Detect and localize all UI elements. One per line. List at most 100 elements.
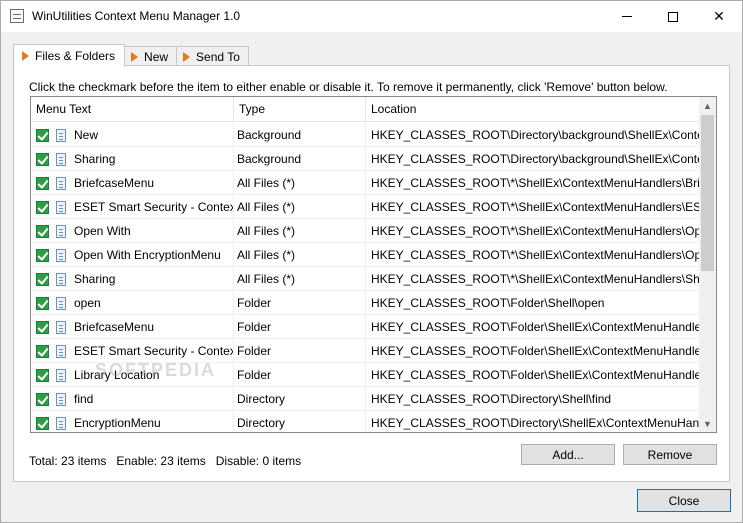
cell-type: Folder bbox=[234, 291, 366, 315]
cell-location: HKEY_CLASSES_ROOT\Folder\Shell\open bbox=[366, 291, 700, 315]
cell-menu-text: find bbox=[31, 387, 234, 411]
tab-panel: Click the checkmark before the item to e… bbox=[13, 65, 730, 482]
checkbox-checked-icon[interactable] bbox=[36, 176, 49, 190]
document-icon bbox=[56, 128, 66, 142]
status-total: Total: 23 items bbox=[29, 454, 107, 468]
column-header-location[interactable]: Location bbox=[366, 97, 700, 122]
maximize-button[interactable] bbox=[650, 1, 696, 32]
table-row[interactable]: BriefcaseMenu All Files (*) HKEY_CLASSES_R… bbox=[31, 171, 700, 195]
cell-location: HKEY_CLASSES_ROOT\Folder\ShellEx\Context… bbox=[366, 363, 700, 387]
checkbox-checked-icon[interactable] bbox=[36, 368, 49, 382]
table-row[interactable]: Open With All Files (*) HKEY_CLASSES_ROOT\… bbox=[31, 219, 700, 243]
cell-menu-text: EncryptionMenu bbox=[31, 411, 234, 432]
cell-type: All Files (*) bbox=[234, 171, 366, 195]
maximize-icon bbox=[668, 11, 678, 22]
title-bar[interactable]: WinUtilities Context Menu Manager 1.0 ✕ bbox=[1, 1, 742, 32]
watermark: SOFTPEDIA bbox=[95, 360, 217, 380]
table-row[interactable]: Sharing All Files (*) HKEY_CLASSES_ROOT\*\… bbox=[31, 267, 700, 291]
cell-location: HKEY_CLASSES_ROOT\Directory\background\S… bbox=[366, 123, 700, 147]
document-icon bbox=[56, 272, 66, 286]
cell-type: Folder bbox=[234, 339, 366, 363]
cell-type: All Files (*) bbox=[234, 267, 366, 291]
status-summary: Total: 23 items Enable: 23 items Disable… bbox=[29, 454, 301, 468]
checkbox-checked-icon[interactable] bbox=[36, 224, 49, 238]
cell-location: HKEY_CLASSES_ROOT\*\ShellEx\ContextMenuH… bbox=[366, 171, 700, 195]
cell-type: Directory bbox=[234, 411, 366, 432]
menu-text-label: ESET Smart Security - Contex... bbox=[74, 200, 234, 214]
scroll-up-arrow-icon[interactable]: ▲ bbox=[699, 97, 716, 114]
table-row[interactable]: find Directory HKEY_CLASSES_ROOT\Directory… bbox=[31, 387, 700, 411]
list-rows: New Background HKEY_CLASSES_ROOT\Directory… bbox=[31, 123, 700, 432]
tab-new[interactable]: New bbox=[124, 46, 178, 66]
cell-type: All Files (*) bbox=[234, 243, 366, 267]
cell-location: HKEY_CLASSES_ROOT\Directory\background\S… bbox=[366, 147, 700, 171]
orange-arrow-icon bbox=[22, 51, 29, 61]
minimize-icon bbox=[622, 16, 632, 17]
menu-text-label: Sharing bbox=[74, 272, 116, 286]
checkbox-checked-icon[interactable] bbox=[36, 152, 49, 166]
cell-menu-text: Open With EncryptionMenu bbox=[31, 243, 234, 267]
cell-location: HKEY_CLASSES_ROOT\*\ShellEx\ContextMenuH… bbox=[366, 243, 700, 267]
close-button[interactable]: Close bbox=[637, 489, 731, 512]
tab-bar: Files & Folders New Send To bbox=[13, 44, 249, 67]
document-icon bbox=[56, 320, 66, 334]
checkbox-checked-icon[interactable] bbox=[36, 320, 49, 334]
menu-text-label: EncryptionMenu bbox=[74, 416, 161, 430]
instructions-text: Click the checkmark before the item to e… bbox=[29, 80, 668, 94]
menu-text-label: Open With EncryptionMenu bbox=[74, 248, 221, 262]
table-row[interactable]: Sharing Background HKEY_CLASSES_ROOT\Direc… bbox=[31, 147, 700, 171]
table-row[interactable]: New Background HKEY_CLASSES_ROOT\Directory… bbox=[31, 123, 700, 147]
tab-label: New bbox=[144, 49, 169, 64]
tab-files-folders[interactable]: Files & Folders bbox=[13, 44, 126, 67]
add-button[interactable]: Add... bbox=[521, 444, 615, 465]
document-icon bbox=[56, 224, 66, 238]
document-icon bbox=[56, 200, 66, 214]
document-icon bbox=[56, 416, 66, 430]
table-row[interactable]: open Folder HKEY_CLASSES_ROOT\Folder\Shell… bbox=[31, 291, 700, 315]
context-menu-list[interactable]: Menu Text Type Location New Background HKE… bbox=[30, 96, 717, 433]
table-row[interactable]: ESET Smart Security - Contex... All Files… bbox=[31, 195, 700, 219]
status-disable: Disable: 0 items bbox=[215, 454, 302, 468]
scroll-down-arrow-icon[interactable]: ▼ bbox=[699, 415, 716, 432]
document-icon bbox=[56, 152, 66, 166]
cell-menu-text: BriefcaseMenu bbox=[31, 315, 234, 339]
minimize-button[interactable] bbox=[604, 1, 650, 32]
checkbox-checked-icon[interactable] bbox=[36, 200, 49, 214]
menu-text-label: Open With bbox=[74, 224, 131, 238]
cell-location: HKEY_CLASSES_ROOT\Directory\ShellEx\Cont… bbox=[366, 411, 700, 432]
column-header-type[interactable]: Type bbox=[234, 97, 366, 122]
table-row[interactable]: BriefcaseMenu Folder HKEY_CLASSES_ROOT\Fol… bbox=[31, 315, 700, 339]
checkbox-checked-icon[interactable] bbox=[36, 392, 49, 406]
cell-type: Folder bbox=[234, 315, 366, 339]
cell-type: All Files (*) bbox=[234, 195, 366, 219]
table-row[interactable]: Open With EncryptionMenu All Files (*) HKE… bbox=[31, 243, 700, 267]
checkbox-checked-icon[interactable] bbox=[36, 344, 49, 358]
checkbox-checked-icon[interactable] bbox=[36, 248, 49, 262]
column-header-menu-text[interactable]: Menu Text bbox=[31, 97, 234, 122]
cell-menu-text: Sharing bbox=[31, 267, 234, 291]
remove-button[interactable]: Remove bbox=[623, 444, 717, 465]
checkbox-checked-icon[interactable] bbox=[36, 416, 49, 430]
document-icon bbox=[56, 368, 66, 382]
document-icon bbox=[56, 248, 66, 262]
cell-type: Background bbox=[234, 147, 366, 171]
menu-text-label: open bbox=[74, 296, 101, 310]
tab-send-to[interactable]: Send To bbox=[176, 46, 249, 66]
cell-location: HKEY_CLASSES_ROOT\*\ShellEx\ContextMenuH… bbox=[366, 195, 700, 219]
cell-menu-text: BriefcaseMenu bbox=[31, 171, 234, 195]
main-window: WinUtilities Context Menu Manager 1.0 ✕ … bbox=[0, 0, 743, 523]
checkbox-checked-icon[interactable] bbox=[36, 296, 49, 310]
cell-menu-text: Open With bbox=[31, 219, 234, 243]
menu-text-label: find bbox=[74, 392, 94, 406]
checkbox-checked-icon[interactable] bbox=[36, 272, 49, 286]
orange-arrow-icon bbox=[131, 51, 139, 62]
close-window-button[interactable]: ✕ bbox=[696, 1, 742, 32]
scroll-thumb[interactable] bbox=[701, 115, 714, 271]
cell-location: HKEY_CLASSES_ROOT\Folder\ShellEx\Context… bbox=[366, 339, 700, 363]
table-row[interactable]: EncryptionMenu Directory HKEY_CLASSES_ROOT… bbox=[31, 411, 700, 432]
vertical-scrollbar[interactable]: ▲ ▼ bbox=[699, 97, 716, 432]
checkbox-checked-icon[interactable] bbox=[36, 128, 49, 142]
document-icon bbox=[56, 176, 66, 190]
cell-type: Directory bbox=[234, 387, 366, 411]
orange-arrow-icon bbox=[183, 51, 191, 62]
